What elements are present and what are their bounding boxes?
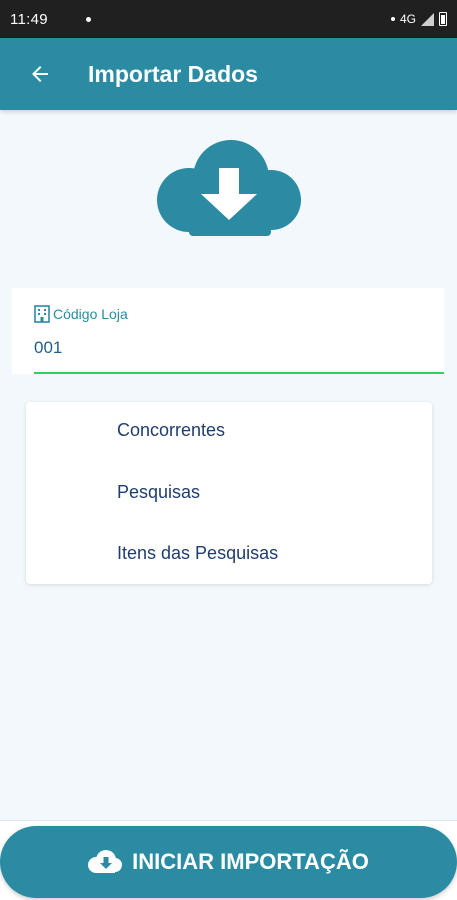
cloud-download-icon [157, 140, 301, 236]
app-bar: Importar Dados [0, 38, 457, 110]
status-time: 11:49 [10, 10, 48, 28]
input-underline [34, 372, 444, 374]
building-icon [34, 305, 50, 323]
import-options-card: Concorrentes Pesquisas Itens das Pesquis… [26, 402, 432, 584]
page-title: Importar Dados [88, 60, 258, 87]
status-indicators: 4G [390, 12, 447, 26]
arrow-left-icon [32, 66, 48, 82]
store-code-field: Código Loja [12, 288, 444, 374]
status-bar: 11:49 4G [0, 0, 457, 38]
store-code-input[interactable] [34, 338, 444, 358]
dot-icon [390, 17, 395, 21]
network-type: 4G [399, 12, 416, 26]
option-pesquisas[interactable]: Pesquisas [117, 482, 200, 503]
cloud-download-icon [88, 850, 123, 873]
option-itens-pesquisas[interactable]: Itens das Pesquisas [117, 543, 278, 564]
start-import-label: INICIAR IMPORTAÇÃO [132, 849, 369, 874]
store-code-label: Código Loja [53, 306, 128, 322]
option-concorrentes[interactable]: Concorrentes [117, 420, 225, 441]
battery-icon [439, 12, 447, 26]
signal-icon [421, 12, 434, 26]
notification-dot-icon [85, 16, 91, 22]
start-import-button[interactable]: INICIAR IMPORTAÇÃO [0, 826, 457, 898]
store-code-label-row: Código Loja [34, 305, 128, 323]
back-button[interactable] [5, 38, 75, 110]
